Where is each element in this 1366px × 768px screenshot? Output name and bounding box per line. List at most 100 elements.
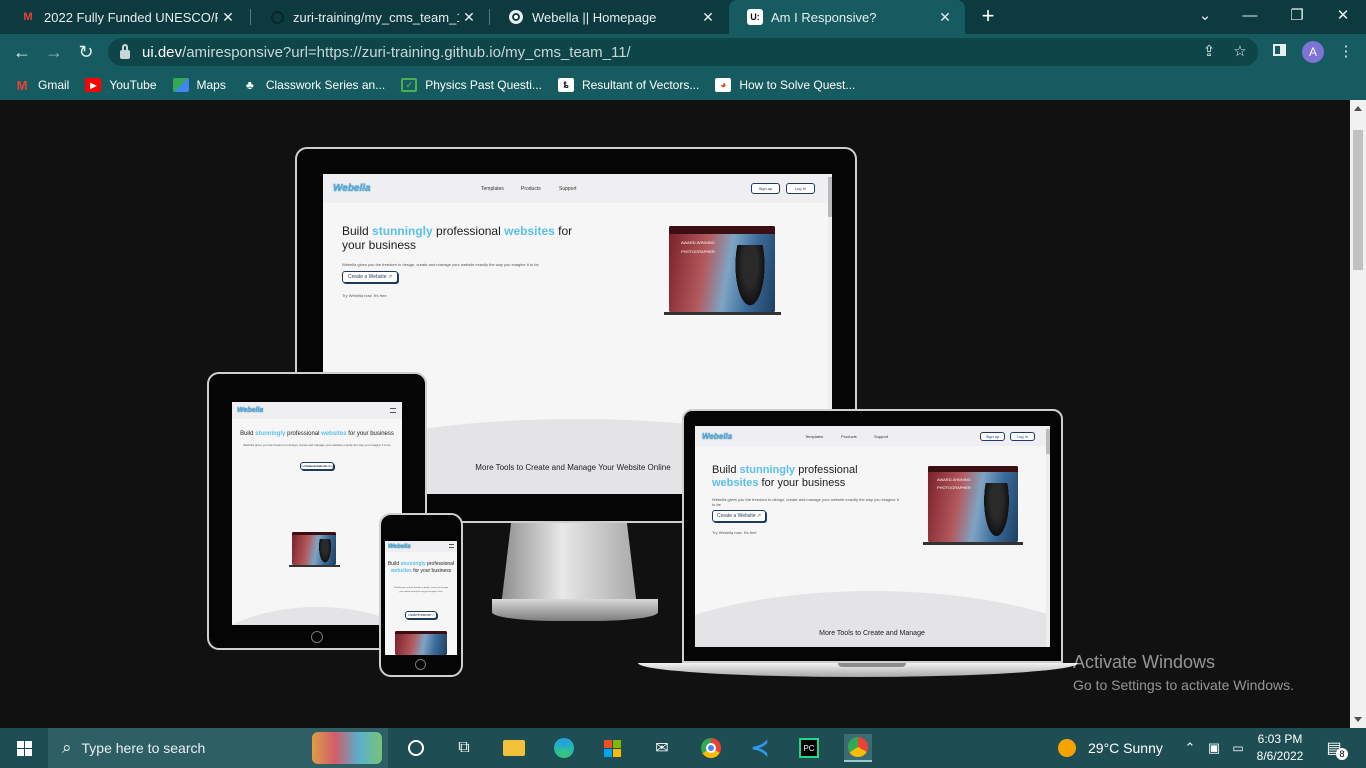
pycharm-icon[interactable]: PC (795, 734, 823, 762)
login-button[interactable]: Log In (786, 183, 815, 194)
create-website-button[interactable]: Create a Website ↗ (342, 271, 399, 283)
hero-subtext: Webella gives you the freedom to design,… (393, 587, 449, 593)
bookmark-label: Physics Past Questi... (425, 78, 542, 92)
close-icon[interactable]: ✕ (935, 9, 955, 26)
mock-text: PHOTOGRAPHER (937, 485, 971, 490)
hero-highlight: websites (390, 568, 412, 574)
tablet-home-button[interactable] (311, 631, 323, 643)
hero-highlight: stunningly (372, 224, 433, 238)
weather-text: 29°C Sunny (1088, 740, 1163, 756)
task-view-icon[interactable]: ⧉ (450, 734, 478, 762)
close-icon[interactable]: ✕ (698, 9, 718, 26)
nav-templates[interactable]: Templates (805, 434, 823, 439)
battery-icon[interactable]: ▭ (1224, 734, 1252, 762)
site-logo[interactable]: Webella (702, 432, 732, 441)
globe-icon (508, 9, 524, 25)
hero-image (395, 631, 447, 655)
maps-icon (172, 78, 189, 92)
share-icon[interactable]: ⇪ (1198, 41, 1220, 63)
tab-am-i-responsive[interactable]: U: Am I Responsive? ✕ (729, 0, 965, 34)
hero-word: professional (798, 464, 858, 476)
page-scrollbar[interactable] (1350, 100, 1366, 728)
close-window-button[interactable]: ✕ (1331, 5, 1355, 27)
signup-button[interactable]: Sign up (751, 183, 780, 194)
bookmark-youtube[interactable]: ▶ YouTube (85, 78, 157, 92)
side-panel-icon[interactable] (1268, 41, 1290, 63)
hamburger-icon[interactable] (449, 544, 454, 548)
edge-icon[interactable] (550, 734, 578, 762)
tab-search-button[interactable]: ⌄ (1193, 5, 1217, 27)
new-tab-button[interactable]: + (977, 5, 999, 27)
nav-support[interactable]: Support (559, 186, 577, 192)
taskbar-search-box[interactable]: ⌕ Type here to search (48, 728, 388, 768)
phone-home-button[interactable] (415, 659, 426, 670)
reload-icon[interactable]: ↻ (74, 41, 98, 63)
tab-title: Am I Responsive? (771, 9, 877, 25)
hero-word: Build (387, 561, 400, 567)
bookmark-physics[interactable]: ✓ Physics Past Questi... (401, 78, 542, 92)
file-explorer-icon[interactable] (500, 734, 528, 762)
nav-support[interactable]: Support (874, 434, 888, 439)
chrome-profile-icon[interactable] (844, 734, 872, 762)
search-icon: ⌕ (62, 738, 72, 757)
hero-highlight: websites (321, 431, 347, 437)
notification-count-badge: 8 (1336, 748, 1348, 760)
forward-arrow-icon[interactable]: → (42, 41, 66, 63)
hero-heading: Build stunningly professional websites f… (232, 431, 402, 438)
bookmark-gmail[interactable]: M Gmail (14, 78, 70, 93)
laptop-screen: Webella Templates Products Support Sign … (695, 426, 1050, 647)
notification-center-icon[interactable]: ▤ 8 (1320, 734, 1348, 762)
hero-word: Build (712, 464, 737, 476)
screen-scrollbar[interactable] (1046, 426, 1050, 647)
mock-text: PHOTOGRAPHER (681, 249, 715, 254)
activate-windows-title: Activate Windows (1073, 652, 1216, 672)
hero-word: your business (356, 431, 394, 437)
mail-icon[interactable]: ✉ (648, 734, 676, 762)
vscode-icon[interactable]: ≺ (746, 734, 774, 762)
try-free-text: Try Webella now. It's free (342, 293, 387, 298)
nav-products[interactable]: Products (841, 434, 857, 439)
close-icon[interactable]: ✕ (218, 9, 238, 26)
bookmark-solve[interactable]: ◕ How to Solve Quest... (715, 78, 855, 92)
profile-avatar[interactable]: A (1302, 41, 1324, 63)
bookmark-classwork[interactable]: ♣ Classwork Series an... (242, 78, 385, 92)
windows-start-icon[interactable] (10, 734, 38, 762)
menu-kebab-icon[interactable]: ⋮ (1335, 41, 1357, 63)
address-bar[interactable]: ui.dev/amiresponsive?url=https://zuri-tr… (108, 38, 1258, 66)
close-icon[interactable]: ✕ (459, 9, 479, 26)
bookmark-star-icon[interactable]: ☆ (1229, 41, 1251, 63)
section-wave (232, 607, 402, 625)
nav-products[interactable]: Products (521, 186, 541, 192)
laptop-mock-base (664, 312, 781, 315)
browser-window: M 2022 Fully Funded UNESCO/Pola ✕ zuri-t… (0, 0, 1366, 768)
nav-templates[interactable]: Templates (481, 186, 504, 192)
login-button[interactable]: Log In (1010, 432, 1035, 441)
signup-button[interactable]: Sign up (980, 432, 1005, 441)
site-logo[interactable]: Webella (237, 407, 263, 414)
scroll-down-icon[interactable] (1354, 717, 1362, 722)
bookmark-maps[interactable]: Maps (172, 78, 226, 92)
tab-unesco[interactable]: M 2022 Fully Funded UNESCO/Pola ✕ (2, 0, 248, 34)
chrome-icon[interactable] (697, 734, 725, 762)
tab-github[interactable]: zuri-training/my_cms_team_11: W ✕ (251, 0, 489, 34)
weather-widget[interactable]: 29°C Sunny (1058, 728, 1163, 768)
clock[interactable]: 6:03 PM 8/6/2022 (1252, 731, 1308, 765)
hero-subtext: Webella gives you the freedom to design,… (712, 497, 899, 507)
bookmark-vectors[interactable]: ȶ Resultant of Vectors... (557, 78, 699, 92)
scrollbar-thumb[interactable] (1353, 130, 1363, 270)
cortana-icon[interactable] (402, 734, 430, 762)
hamburger-icon[interactable] (390, 408, 396, 413)
store-icon[interactable] (598, 734, 626, 762)
site-navbar: Webella Templates Products Support Sign … (323, 174, 832, 203)
tab-title: 2022 Fully Funded UNESCO/Pola (44, 9, 218, 25)
minimize-button[interactable]: — (1238, 5, 1262, 27)
restore-button[interactable]: ❐ (1285, 5, 1309, 27)
create-website-button[interactable]: Create a Website ↗ (712, 510, 767, 522)
tablet-screen: Webella Build stunningly professional we… (232, 402, 402, 625)
tab-webella[interactable]: Webella || Homepage ✕ (490, 0, 728, 34)
hero-word: professional (427, 561, 455, 567)
scroll-up-icon[interactable] (1354, 106, 1362, 111)
site-logo[interactable]: Webella (388, 544, 411, 550)
site-logo[interactable]: Webella (333, 183, 371, 194)
back-arrow-icon[interactable]: ← (10, 41, 34, 63)
